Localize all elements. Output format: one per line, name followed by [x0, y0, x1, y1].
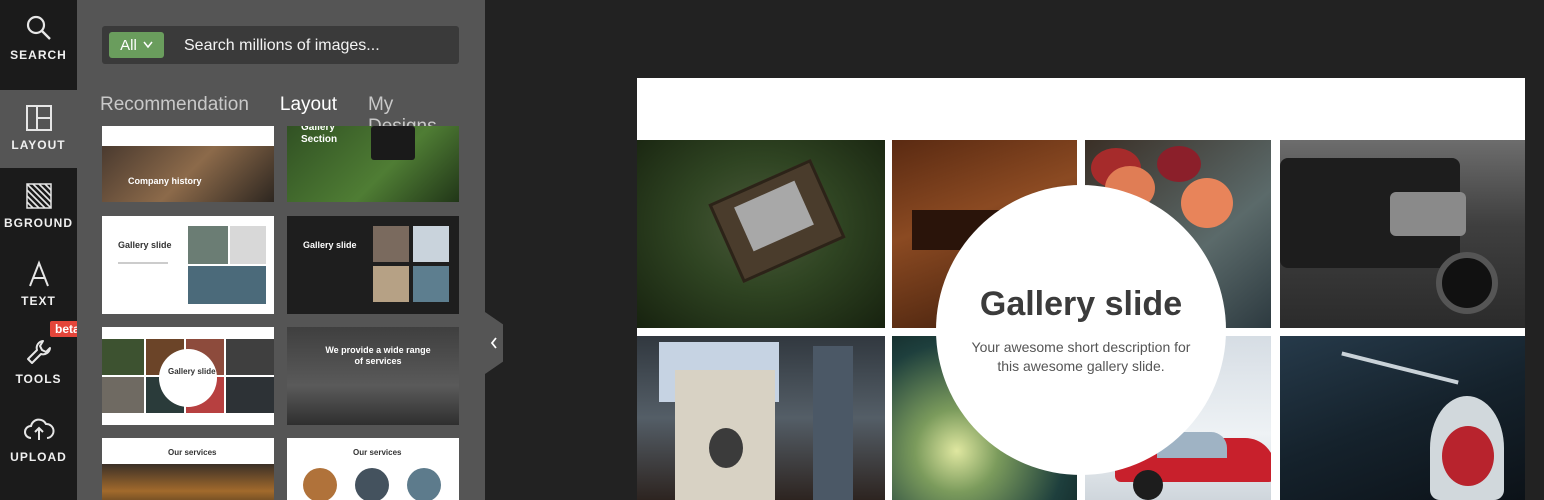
rail-tools-label: TOOLS — [15, 372, 62, 386]
gallery-photo[interactable] — [637, 336, 885, 500]
design-canvas[interactable]: Gallery slide Your awesome short descrip… — [637, 78, 1525, 500]
thumbnail-title: Gallery Section — [301, 126, 338, 145]
search-bar: All — [102, 26, 459, 66]
layout-thumbnail[interactable]: Gallery slide — [102, 327, 274, 425]
layout-thumbnail[interactable]: Company history — [102, 126, 274, 202]
layout-thumbnail[interactable]: Gallery slide — [287, 216, 459, 314]
slide-title-circle[interactable]: Gallery slide Your awesome short descrip… — [936, 185, 1226, 475]
slide-description[interactable]: Your awesome short description for this … — [966, 338, 1196, 376]
gallery-photo[interactable] — [1280, 336, 1525, 500]
thumbnail-title: We provide a wide range of services — [325, 345, 431, 366]
layout-thumbnail[interactable]: Our services — [287, 438, 459, 500]
chevron-down-icon — [143, 41, 153, 49]
search-icon — [26, 15, 51, 40]
filter-label: All — [120, 36, 137, 54]
rail-search-button[interactable]: SEARCH — [0, 0, 77, 78]
rail-background-button[interactable]: BGROUND — [0, 168, 77, 246]
thumbnail-title: Company history — [128, 176, 202, 186]
filter-dropdown[interactable]: All — [109, 32, 164, 58]
rail-search-label: SEARCH — [10, 48, 67, 62]
rail-background-label: BGROUND — [4, 216, 73, 230]
background-icon — [25, 183, 52, 209]
rail-layout-label: LAYOUT — [11, 138, 66, 152]
layout-thumbnails: Company history Gallery Section Gallery … — [102, 126, 462, 500]
rail-layout-button[interactable]: LAYOUT — [0, 90, 77, 168]
thumbnail-title: Our services — [353, 448, 402, 457]
gallery-photo[interactable] — [637, 140, 885, 328]
slide-title[interactable]: Gallery slide — [980, 285, 1182, 324]
layout-thumbnail[interactable]: Gallery slide — [102, 216, 274, 314]
thumbnail-title: Gallery slide — [118, 240, 172, 250]
thumbnail-title: Gallery slide — [168, 367, 216, 376]
layout-thumbnail[interactable]: Gallery Section — [287, 126, 459, 202]
thumbnail-title: Gallery slide — [303, 240, 357, 250]
search-input[interactable] — [182, 26, 456, 66]
rail-upload-button[interactable]: UPLOAD — [0, 402, 77, 480]
text-icon — [28, 260, 49, 287]
chevron-left-icon — [490, 337, 497, 349]
gallery-photo[interactable] — [1280, 140, 1525, 328]
collapse-panel-button[interactable] — [485, 312, 503, 374]
cloud-upload-icon — [23, 418, 54, 440]
rail-text-button[interactable]: TEXT — [0, 246, 77, 324]
tool-rail: SEARCH LAYOUT BGROUND TEXT TOOLS UPLOAD — [0, 0, 77, 500]
layout-thumbnail[interactable]: We provide a wide range of services — [287, 327, 459, 425]
rail-text-label: TEXT — [21, 294, 56, 308]
rail-upload-label: UPLOAD — [10, 450, 67, 464]
layout-thumbnail[interactable]: Our services — [102, 438, 274, 500]
wrench-icon — [26, 340, 51, 364]
layout-icon — [25, 105, 52, 131]
thumbnail-title: Our services — [168, 448, 217, 457]
layout-panel: All Recommendation Layout My Designs Com… — [77, 0, 485, 500]
